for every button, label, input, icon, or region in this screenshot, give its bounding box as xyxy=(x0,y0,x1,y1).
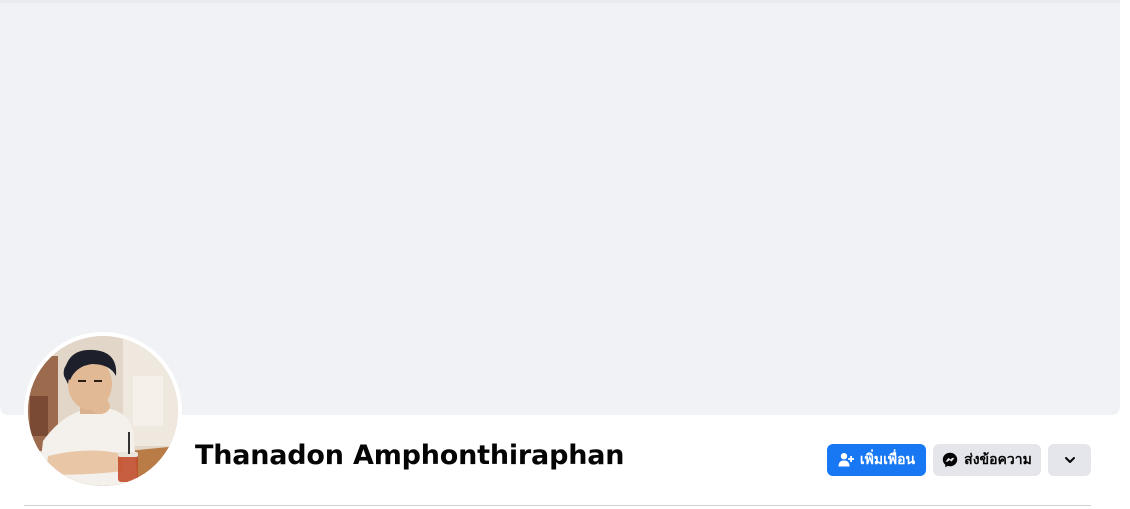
chevron-down-icon xyxy=(1064,454,1076,466)
send-message-button[interactable]: ส่งข้อความ xyxy=(933,444,1041,476)
send-message-label: ส่งข้อความ xyxy=(964,452,1032,468)
avatar[interactable] xyxy=(28,336,178,486)
messenger-icon xyxy=(942,452,958,468)
person-add-icon xyxy=(838,452,854,468)
profile-name: Thanadon Amphonthiraphan xyxy=(195,440,625,471)
profile-header: Thanadon Amphonthiraphan เพิ่มเพื่อน ส่ง… xyxy=(0,0,1130,509)
header-divider xyxy=(24,505,1091,506)
cover-top-border xyxy=(0,0,1120,3)
add-friend-button[interactable]: เพิ่มเพื่อน xyxy=(827,444,926,476)
cover-photo-area[interactable] xyxy=(0,0,1120,415)
more-options-button[interactable] xyxy=(1048,444,1091,476)
profile-photo-image xyxy=(28,336,178,486)
profile-avatar-frame[interactable] xyxy=(24,332,182,490)
add-friend-label: เพิ่มเพื่อน xyxy=(859,452,916,468)
